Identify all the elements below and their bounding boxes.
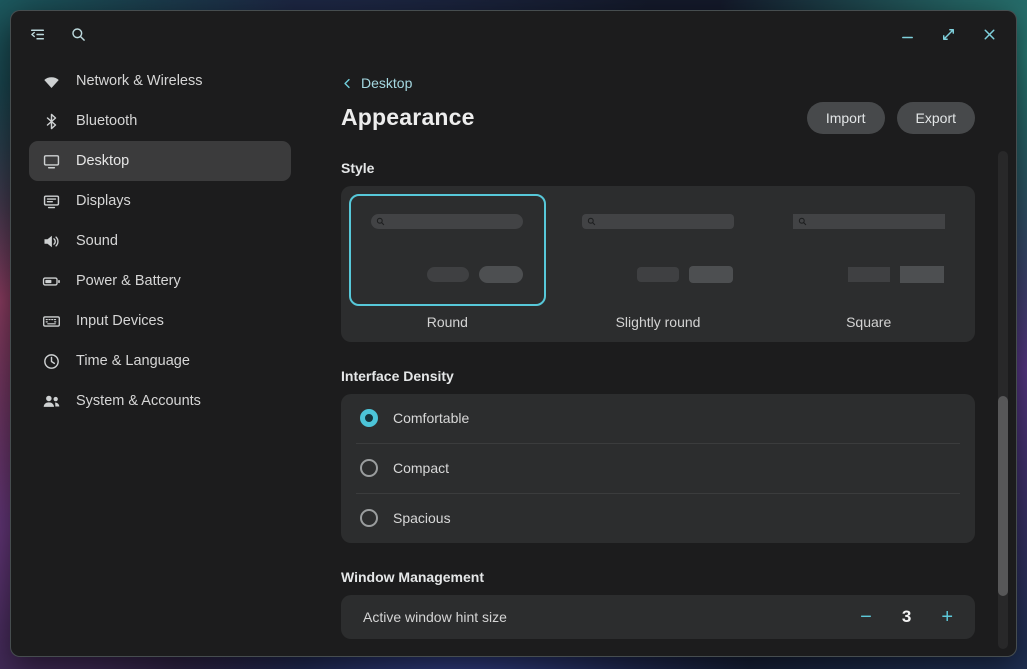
sidebar-item-network-wireless[interactable]: Network & Wireless — [29, 61, 291, 101]
preview-button — [848, 267, 890, 282]
style-option-round[interactable]: Round — [349, 194, 546, 336]
sidebar-item-label: System & Accounts — [76, 393, 201, 409]
radio-icon[interactable] — [360, 409, 378, 427]
monitor-icon — [42, 152, 61, 171]
search-icon — [376, 217, 385, 226]
sidebar-item-label: Time & Language — [76, 353, 190, 369]
density-option-comfortable[interactable]: Comfortable — [341, 394, 975, 443]
close-icon[interactable] — [981, 26, 998, 43]
density-option-label: Spacious — [393, 510, 451, 526]
hint-size-label: Active window hint size — [363, 609, 507, 625]
sidebar-item-power-battery[interactable]: Power & Battery — [29, 261, 291, 301]
settings-window: Network & Wireless Bluetooth Desktop Dis… — [10, 10, 1017, 657]
sidebar-item-label: Displays — [76, 193, 131, 209]
preview-button — [900, 266, 944, 283]
vertical-scrollbar[interactable] — [998, 151, 1008, 649]
sidebar-item-label: Sound — [76, 233, 118, 249]
preview-button — [427, 267, 469, 282]
preview-buttons — [848, 266, 944, 283]
sidebar-item-label: Input Devices — [76, 313, 164, 329]
style-preview-round — [349, 194, 546, 306]
preview-button — [479, 266, 523, 283]
increase-button[interactable]: + — [941, 607, 953, 627]
maximize-icon[interactable] — [940, 26, 957, 43]
style-heading: Style — [341, 160, 975, 176]
sidebar-item-bluetooth[interactable]: Bluetooth — [29, 101, 291, 141]
style-option-square[interactable]: Square — [770, 194, 967, 336]
sidebar-item-system-accounts[interactable]: System & Accounts — [29, 381, 291, 421]
battery-icon — [42, 272, 61, 291]
sidebar-item-sound[interactable]: Sound — [29, 221, 291, 261]
bluetooth-icon — [42, 112, 61, 131]
speaker-icon — [42, 232, 61, 251]
back-label: Desktop — [361, 75, 412, 91]
style-preview-square — [770, 194, 967, 306]
displays-icon — [42, 192, 61, 211]
settings-sidebar: Network & Wireless Bluetooth Desktop Dis… — [11, 57, 299, 656]
sidebar-item-label: Bluetooth — [76, 113, 137, 129]
sidebar-item-label: Desktop — [76, 153, 129, 169]
radio-icon[interactable] — [360, 509, 378, 527]
preview-search-bar — [371, 214, 523, 229]
scrollbar-thumb[interactable] — [998, 396, 1008, 596]
sidebar-item-label: Power & Battery — [76, 273, 181, 289]
search-icon — [587, 217, 596, 226]
window-management-heading: Window Management — [341, 569, 975, 585]
search-icon — [798, 217, 807, 226]
wifi-icon — [42, 72, 61, 91]
preview-search-bar — [582, 214, 734, 229]
sidebar-toggle-icon[interactable] — [29, 26, 46, 43]
window-hint-card: Active window hint size − 3 + — [341, 595, 975, 639]
users-icon — [42, 392, 61, 411]
sidebar-item-displays[interactable]: Displays — [29, 181, 291, 221]
density-option-label: Compact — [393, 460, 449, 476]
density-option-compact[interactable]: Compact — [341, 444, 975, 493]
preview-search-bar — [793, 214, 945, 229]
import-button[interactable]: Import — [807, 102, 885, 134]
style-card: Round — [341, 186, 975, 342]
sidebar-item-desktop[interactable]: Desktop — [29, 141, 291, 181]
preview-button — [637, 267, 679, 282]
sidebar-item-input-devices[interactable]: Input Devices — [29, 301, 291, 341]
hint-size-value: 3 — [902, 607, 911, 627]
titlebar[interactable] — [11, 11, 1016, 57]
sidebar-item-time-language[interactable]: Time & Language — [29, 341, 291, 381]
minimize-icon[interactable] — [899, 26, 916, 43]
style-option-label: Square — [770, 306, 967, 336]
appearance-page: Desktop Appearance Import Export Style — [299, 57, 1016, 656]
back-button[interactable]: Desktop — [341, 75, 412, 91]
clock-icon — [42, 352, 61, 371]
density-option-label: Comfortable — [393, 410, 469, 426]
keyboard-icon — [42, 312, 61, 331]
style-option-slightly-round[interactable]: Slightly round — [560, 194, 757, 336]
density-option-spacious[interactable]: Spacious — [341, 494, 975, 543]
search-icon[interactable] — [70, 26, 87, 43]
hint-size-stepper: − 3 + — [860, 607, 953, 627]
style-preview-slightly-round — [560, 194, 757, 306]
window-management-section: Window Management Active window hint siz… — [341, 569, 975, 639]
preview-buttons — [637, 266, 733, 283]
active-window-hint-row: Active window hint size − 3 + — [341, 595, 975, 639]
density-heading: Interface Density — [341, 368, 975, 384]
preview-buttons — [427, 266, 523, 283]
style-section: Style — [341, 160, 975, 342]
chevron-left-icon — [341, 77, 354, 90]
preview-button — [689, 266, 733, 283]
style-option-label: Round — [349, 306, 546, 336]
radio-icon[interactable] — [360, 459, 378, 477]
export-button[interactable]: Export — [897, 102, 975, 134]
interface-density-section: Interface Density Comfortable Compact S — [341, 368, 975, 543]
decrease-button[interactable]: − — [860, 607, 872, 627]
style-option-label: Slightly round — [560, 306, 757, 336]
page-title: Appearance — [341, 104, 475, 131]
sidebar-item-label: Network & Wireless — [76, 73, 203, 89]
density-card: Comfortable Compact Spacious — [341, 394, 975, 543]
